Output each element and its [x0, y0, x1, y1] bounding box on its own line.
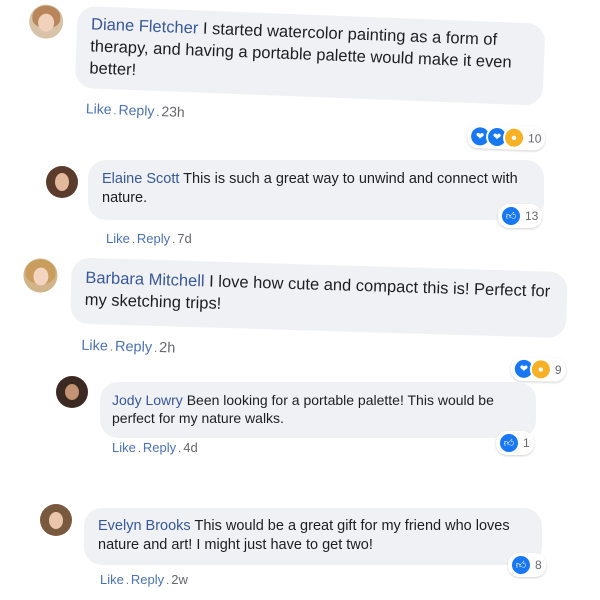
comment-barbara-mitchell: Barbara Mitchell I love how cute and com…	[21, 256, 574, 388]
comment-actions: Like. Reply. 2h	[81, 337, 176, 357]
comment-bubble: Elaine Scott This is such a great way to…	[88, 160, 544, 221]
wow-reaction-icon: ●	[502, 126, 526, 150]
comment-bubble: Evelyn Brooks This would be a great gift…	[84, 508, 542, 566]
comment-bubble: Jody Lowry Been looking for a portable p…	[100, 382, 536, 438]
like-link[interactable]: Like	[86, 100, 112, 117]
reaction-summary[interactable]: ❤ ❤ ● 10	[466, 123, 546, 151]
reaction-summary[interactable]: 👍︎ 8	[508, 553, 546, 577]
reaction-count: 9	[554, 362, 562, 377]
comment-author[interactable]: Barbara Mitchell	[85, 269, 205, 291]
reaction-count: 10	[527, 131, 542, 146]
comment-timestamp[interactable]: 4d	[183, 440, 197, 455]
comment-actions: Like. Reply. 23h	[85, 100, 186, 121]
comment-author[interactable]: Diane Fletcher	[91, 15, 199, 37]
avatar[interactable]	[46, 166, 78, 198]
comment-actions: Like. Reply. 2w	[100, 572, 188, 587]
reaction-count: 1	[523, 436, 530, 450]
reply-link[interactable]: Reply	[143, 440, 176, 455]
like-reaction-icon: 👍︎	[498, 432, 520, 454]
like-link[interactable]: Like	[81, 338, 108, 355]
avatar[interactable]	[22, 257, 58, 293]
like-link[interactable]: Like	[112, 440, 136, 455]
comment-elaine-scott: Elaine Scott This is such a great way to…	[46, 160, 556, 252]
like-reaction-icon: 👍︎	[510, 554, 532, 576]
reply-link[interactable]: Reply	[131, 572, 164, 587]
comment-evelyn-brooks: Evelyn Brooks This would be a great gift…	[40, 504, 550, 596]
like-link[interactable]: Like	[106, 231, 130, 246]
reply-link[interactable]: Reply	[118, 101, 154, 118]
reaction-count: 8	[535, 558, 542, 572]
comment-timestamp[interactable]: 2h	[159, 340, 176, 356]
comment-bubble: Barbara Mitchell I love how cute and com…	[70, 257, 568, 338]
comment-actions: Like. Reply. 7d	[106, 231, 192, 246]
comment-author[interactable]: Elaine Scott	[102, 171, 179, 187]
comment-timestamp[interactable]: 23h	[161, 103, 185, 120]
comment-diane-fletcher: Diane Fletcher I started watercolor pain…	[25, 0, 570, 161]
comment-author[interactable]: Jody Lowry	[112, 392, 183, 408]
like-reaction-icon: 👍︎	[500, 205, 522, 227]
comment-jody-lowry: Jody Lowry Been looking for a portable p…	[56, 376, 546, 468]
comment-author[interactable]: Evelyn Brooks	[98, 518, 191, 534]
reaction-summary[interactable]: 👍︎ 1	[496, 431, 534, 455]
reply-link[interactable]: Reply	[115, 339, 153, 356]
comment-timestamp[interactable]: 7d	[177, 231, 191, 246]
reaction-summary[interactable]: 👍︎ 13	[498, 204, 543, 228]
comment-timestamp[interactable]: 2w	[171, 572, 188, 587]
avatar[interactable]	[40, 504, 72, 536]
comment-actions: Like. Reply. 4d	[112, 440, 198, 455]
reply-link[interactable]: Reply	[137, 231, 170, 246]
like-link[interactable]: Like	[100, 572, 124, 587]
comment-bubble: Diane Fletcher I started watercolor pain…	[74, 5, 546, 107]
reaction-count: 13	[525, 209, 539, 223]
avatar[interactable]	[28, 3, 64, 40]
avatar[interactable]	[56, 376, 88, 408]
